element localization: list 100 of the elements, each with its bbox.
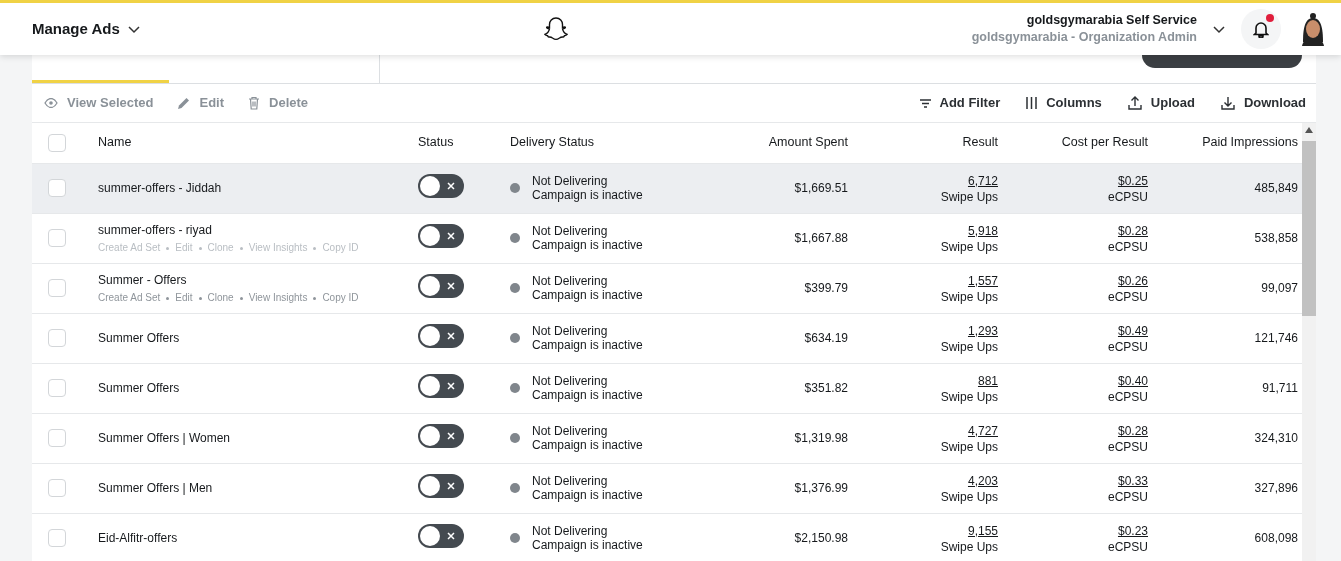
row-checkbox[interactable] — [48, 479, 66, 498]
row-checkbox[interactable] — [48, 529, 66, 548]
row-checkbox[interactable] — [48, 279, 66, 298]
row-checkbox[interactable] — [48, 329, 66, 348]
campaign-name[interactable]: Summer Offers — [98, 329, 386, 347]
amount-spent: $399.79 — [804, 281, 848, 295]
column-header[interactable]: Delivery Status — [510, 135, 595, 150]
amount-spent: $1,319.98 — [794, 431, 848, 445]
result-unit: Swipe Ups — [940, 389, 998, 404]
table-row[interactable]: Summer - Offers Create Ad Set Edit Clone View Insights Copy ID Not Delivering Campaign is inactive $399.79 1,557 Swipe Ups $0.26 eCPSU 99,097 — [32, 263, 1302, 313]
table-row[interactable]: Summer Offers | Men Not Delivering Campaign is inactive $1,376.99 4,203 Swipe Ups $0.33 eCPSU 327,896 — [32, 463, 1302, 513]
cost-unit: eCPSU — [1108, 189, 1148, 204]
row-checkbox[interactable] — [48, 179, 66, 198]
status-dot — [510, 383, 520, 393]
cost-link[interactable]: $0.25 — [1117, 173, 1148, 188]
notifications-button[interactable] — [1241, 9, 1281, 49]
scroll-up-icon[interactable] — [1305, 127, 1313, 133]
delivery-detail: Campaign is inactive — [532, 438, 643, 453]
result-link[interactable]: 4,203 — [967, 473, 998, 488]
status-toggle[interactable] — [418, 223, 464, 248]
campaign-name[interactable]: Summer - Offers — [98, 271, 386, 289]
separator-dot — [198, 296, 202, 300]
cost-link[interactable]: $0.49 — [1117, 323, 1148, 338]
table-row[interactable]: Summer Offers Not Delivering Campaign is inactive $351.82 881 Swipe Ups $0.40 eCPSU 91,711 — [32, 363, 1302, 413]
row-checkbox[interactable] — [48, 379, 66, 398]
result-link[interactable]: 1,293 — [967, 323, 998, 338]
status-toggle[interactable] — [418, 273, 464, 298]
scrollbar-thumb[interactable] — [1302, 141, 1316, 316]
columns-button[interactable]: Columns — [1026, 93, 1102, 113]
cost-link[interactable]: $0.23 — [1117, 523, 1148, 538]
paid-impressions: 327,896 — [1254, 481, 1298, 495]
table-row[interactable]: Summer Offers Not Delivering Campaign is inactive $634.19 1,293 Swipe Ups $0.49 eCPSU 121,746 — [32, 313, 1302, 363]
cost-link[interactable]: $0.40 — [1117, 373, 1148, 388]
scrollbar[interactable] — [1302, 123, 1316, 561]
filter-button[interactable]: Add Filter — [919, 93, 1001, 113]
status-toggle[interactable] — [418, 473, 464, 498]
column-header[interactable]: Status — [418, 135, 454, 150]
amount-spent: $1,669.51 — [794, 181, 848, 195]
table-row[interactable]: Eid-Alfitr-offers Not Delivering Campaign is inactive $2,150.98 9,155 Swipe Ups $0.23 eCPSU 608,098 — [32, 513, 1302, 561]
result-link[interactable]: 9,155 — [967, 523, 998, 538]
cost-link[interactable]: $0.28 — [1117, 223, 1148, 238]
result-link[interactable]: 5,918 — [967, 223, 998, 238]
column-header[interactable]: Name — [98, 135, 132, 150]
eye-icon — [44, 98, 58, 108]
result-unit: Swipe Ups — [940, 539, 998, 554]
result-link[interactable]: 6,712 — [967, 173, 998, 188]
status-dot — [510, 533, 520, 543]
paid-impressions: 485,849 — [1254, 181, 1298, 195]
row-checkbox[interactable] — [48, 429, 66, 448]
campaign-name[interactable]: Summer Offers — [98, 379, 386, 397]
status-toggle[interactable] — [418, 523, 464, 548]
result-link[interactable]: 1,557 — [967, 273, 998, 288]
status-toggle[interactable] — [418, 373, 464, 398]
account-role: goldsgymarabia - Organization Admin — [971, 29, 1197, 46]
result-link[interactable]: 881 — [977, 373, 998, 388]
download-button[interactable]: Download — [1220, 93, 1306, 113]
column-header[interactable]: Amount Spent — [768, 135, 848, 150]
delivery-detail: Campaign is inactive — [532, 188, 643, 203]
delivery-status: Not Delivering — [532, 223, 609, 238]
paid-impressions: 99,097 — [1261, 281, 1298, 295]
upload-button[interactable]: Upload — [1127, 93, 1195, 113]
select-all-checkbox[interactable] — [48, 134, 66, 153]
delivery-status: Not Delivering — [532, 273, 609, 288]
campaign-name[interactable]: Eid-Alfitr-offers — [98, 529, 386, 547]
table-row[interactable]: summer-offers - Jiddah Not Delivering Campaign is inactive $1,669.51 6,712 Swipe Ups $0.25 eCPSU 485,849 — [32, 163, 1302, 213]
column-header[interactable]: Cost per Result — [1061, 135, 1148, 150]
cost-link[interactable]: $0.28 — [1117, 423, 1148, 438]
status-dot — [510, 433, 520, 443]
amount-spent: $1,667.88 — [794, 231, 848, 245]
row-checkbox[interactable] — [48, 229, 66, 248]
separator-dot — [166, 296, 170, 300]
pencil-icon — [177, 96, 191, 110]
status-dot — [510, 183, 520, 193]
cost-link[interactable]: $0.33 — [1117, 473, 1148, 488]
delivery-status: Not Delivering — [532, 173, 609, 188]
result-unit: Swipe Ups — [940, 439, 998, 454]
status-toggle[interactable] — [418, 173, 464, 198]
delivery-detail: Campaign is inactive — [532, 288, 643, 303]
delivery-detail: Campaign is inactive — [532, 538, 643, 553]
campaign-name[interactable]: Summer Offers | Men — [98, 479, 386, 497]
status-toggle[interactable] — [418, 423, 464, 448]
table-row[interactable]: summer-offers - riyad Create Ad Set Edit Clone View Insights Copy ID Not Delivering Campaign is inactive $1,667.88 5,918 Swipe Ups $0.28 eCPSU 538,858 — [32, 213, 1302, 263]
amount-spent: $634.19 — [804, 331, 848, 345]
delivery-status: Not Delivering — [532, 423, 609, 438]
separator-dot — [239, 296, 243, 300]
amount-spent: $2,150.98 — [794, 531, 848, 545]
campaign-name[interactable]: Summer Offers | Women — [98, 429, 386, 447]
campaign-name[interactable]: summer-offers - riyad — [98, 221, 386, 239]
cost-link[interactable]: $0.26 — [1117, 273, 1148, 288]
separator-dot — [166, 246, 170, 250]
column-header[interactable]: Result — [962, 135, 998, 150]
bell-icon — [1253, 20, 1269, 38]
result-unit: Swipe Ups — [940, 339, 998, 354]
result-link[interactable]: 4,727 — [967, 423, 998, 438]
column-header[interactable]: Paid Impressions — [1202, 135, 1298, 150]
table-row[interactable]: Summer Offers | Women Not Delivering Campaign is inactive $1,319.98 4,727 Swipe Ups $0.28 eCPSU 324,310 — [32, 413, 1302, 463]
campaign-name[interactable]: summer-offers - Jiddah — [98, 179, 386, 197]
delivery-status: Not Delivering — [532, 373, 609, 388]
status-toggle[interactable] — [418, 323, 464, 348]
paid-impressions: 121,746 — [1254, 331, 1298, 345]
